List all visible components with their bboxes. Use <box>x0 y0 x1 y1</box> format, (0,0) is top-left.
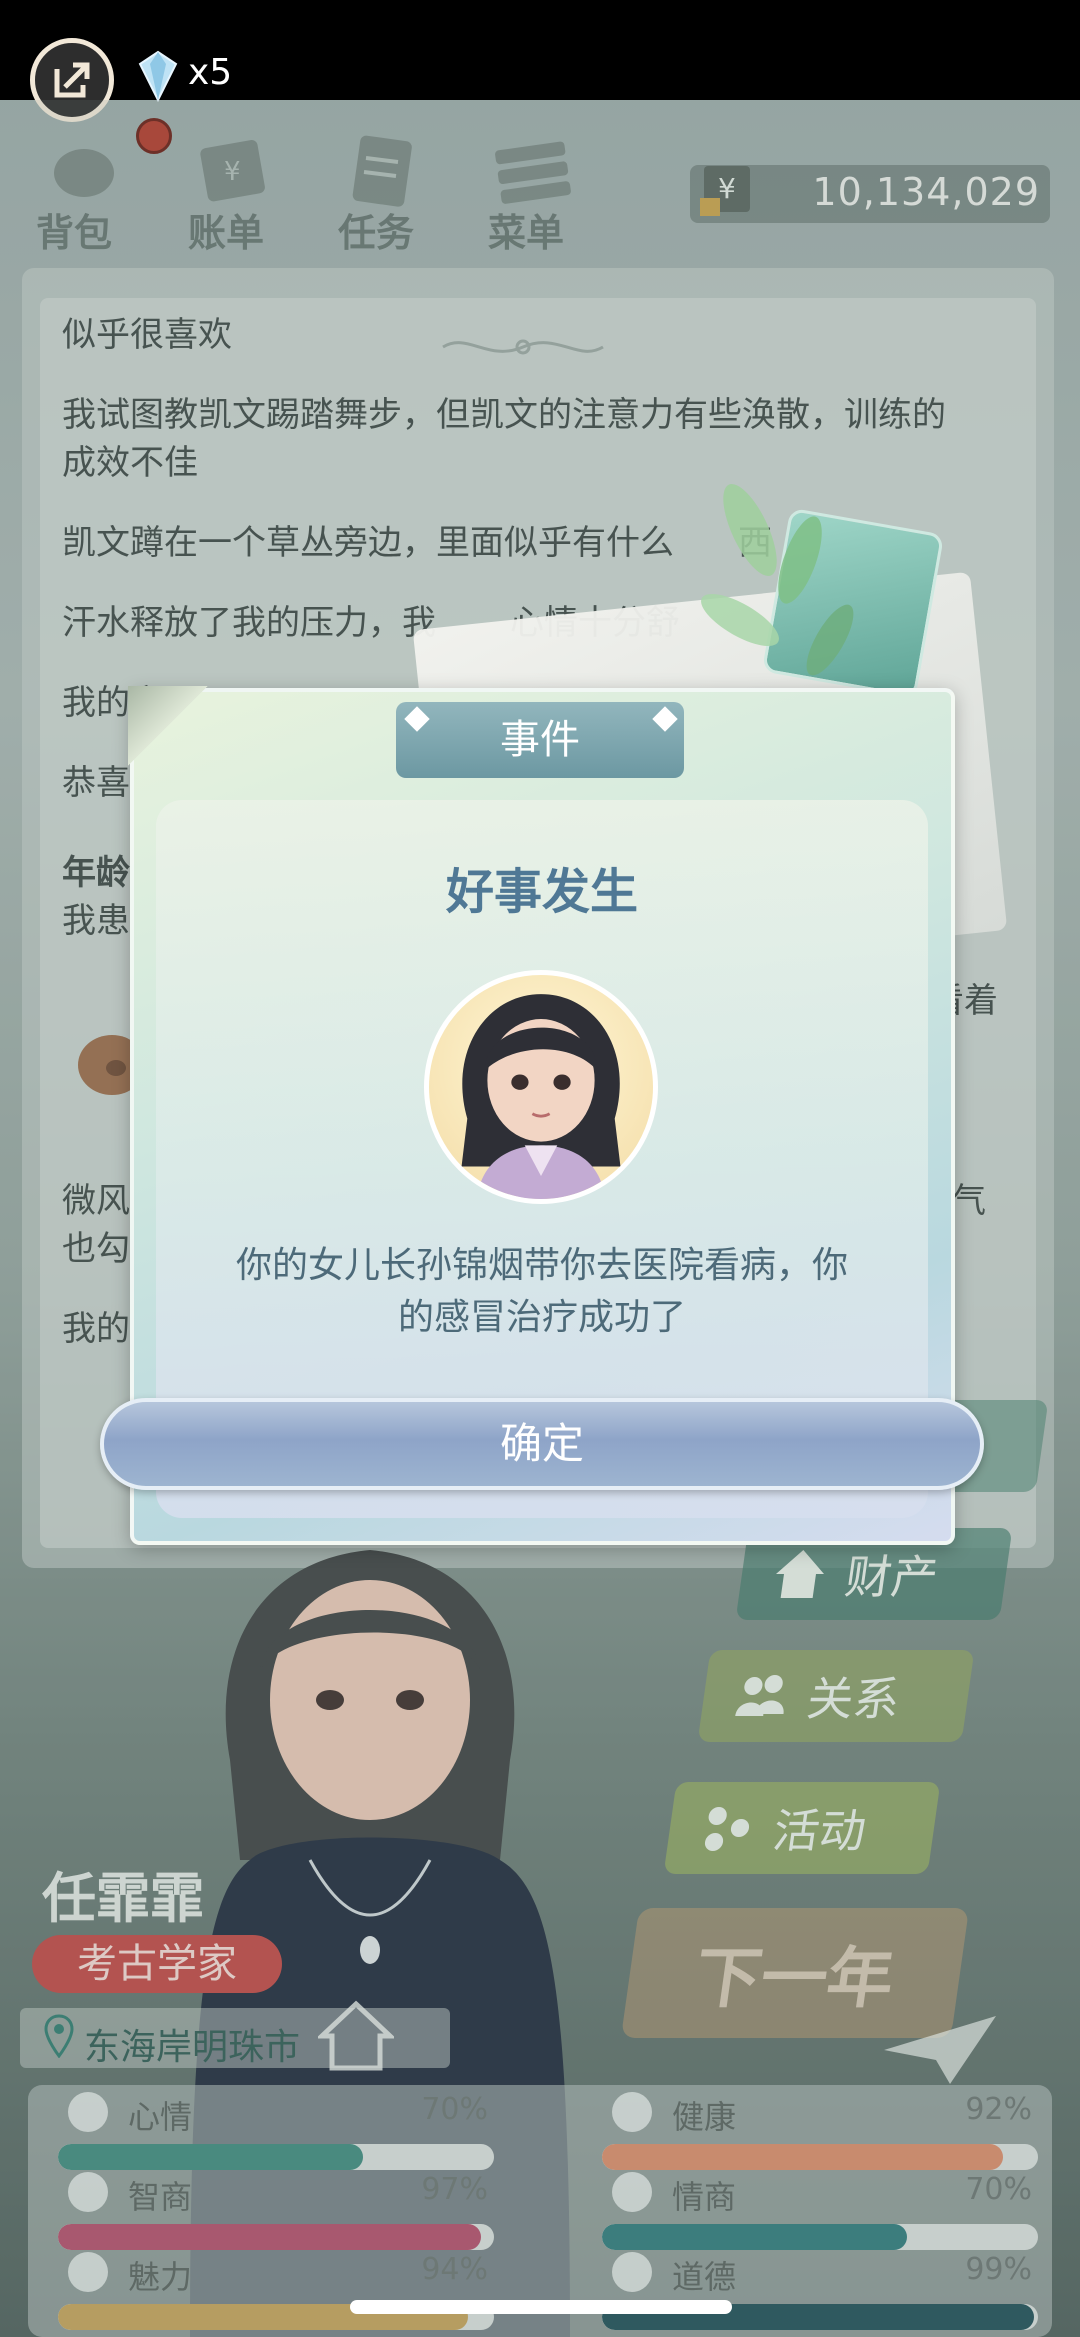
leaves-icon <box>701 484 854 676</box>
dialog-title: 好事发生 <box>445 864 638 920</box>
diamond-icon <box>138 50 178 102</box>
confirm-button[interactable]: 确定 <box>100 1398 984 1490</box>
home-indicator[interactable] <box>350 2300 732 2314</box>
game-screen: x5 背包 ¥ 账单 任务 菜单 ¥ 10,134,029 似乎很喜欢 我试图教… <box>0 0 1080 2337</box>
dialog-header-tab: 事件 <box>396 702 684 778</box>
exit-icon <box>54 62 90 98</box>
page-fold <box>128 686 208 766</box>
dialog-message-line: 的感冒治疗成功了 <box>397 1297 686 1338</box>
avatar <box>461 994 621 1199</box>
dialog-message: 你的女儿长孙锦烟带你去医院看病，你 的感冒治疗成功了 <box>196 1240 888 1344</box>
daughter-portrait <box>424 970 658 1204</box>
dialog-message-line: 你的女儿长孙锦烟带你去医院看病，你 <box>235 1245 848 1286</box>
diamond-count: x5 <box>188 52 233 93</box>
